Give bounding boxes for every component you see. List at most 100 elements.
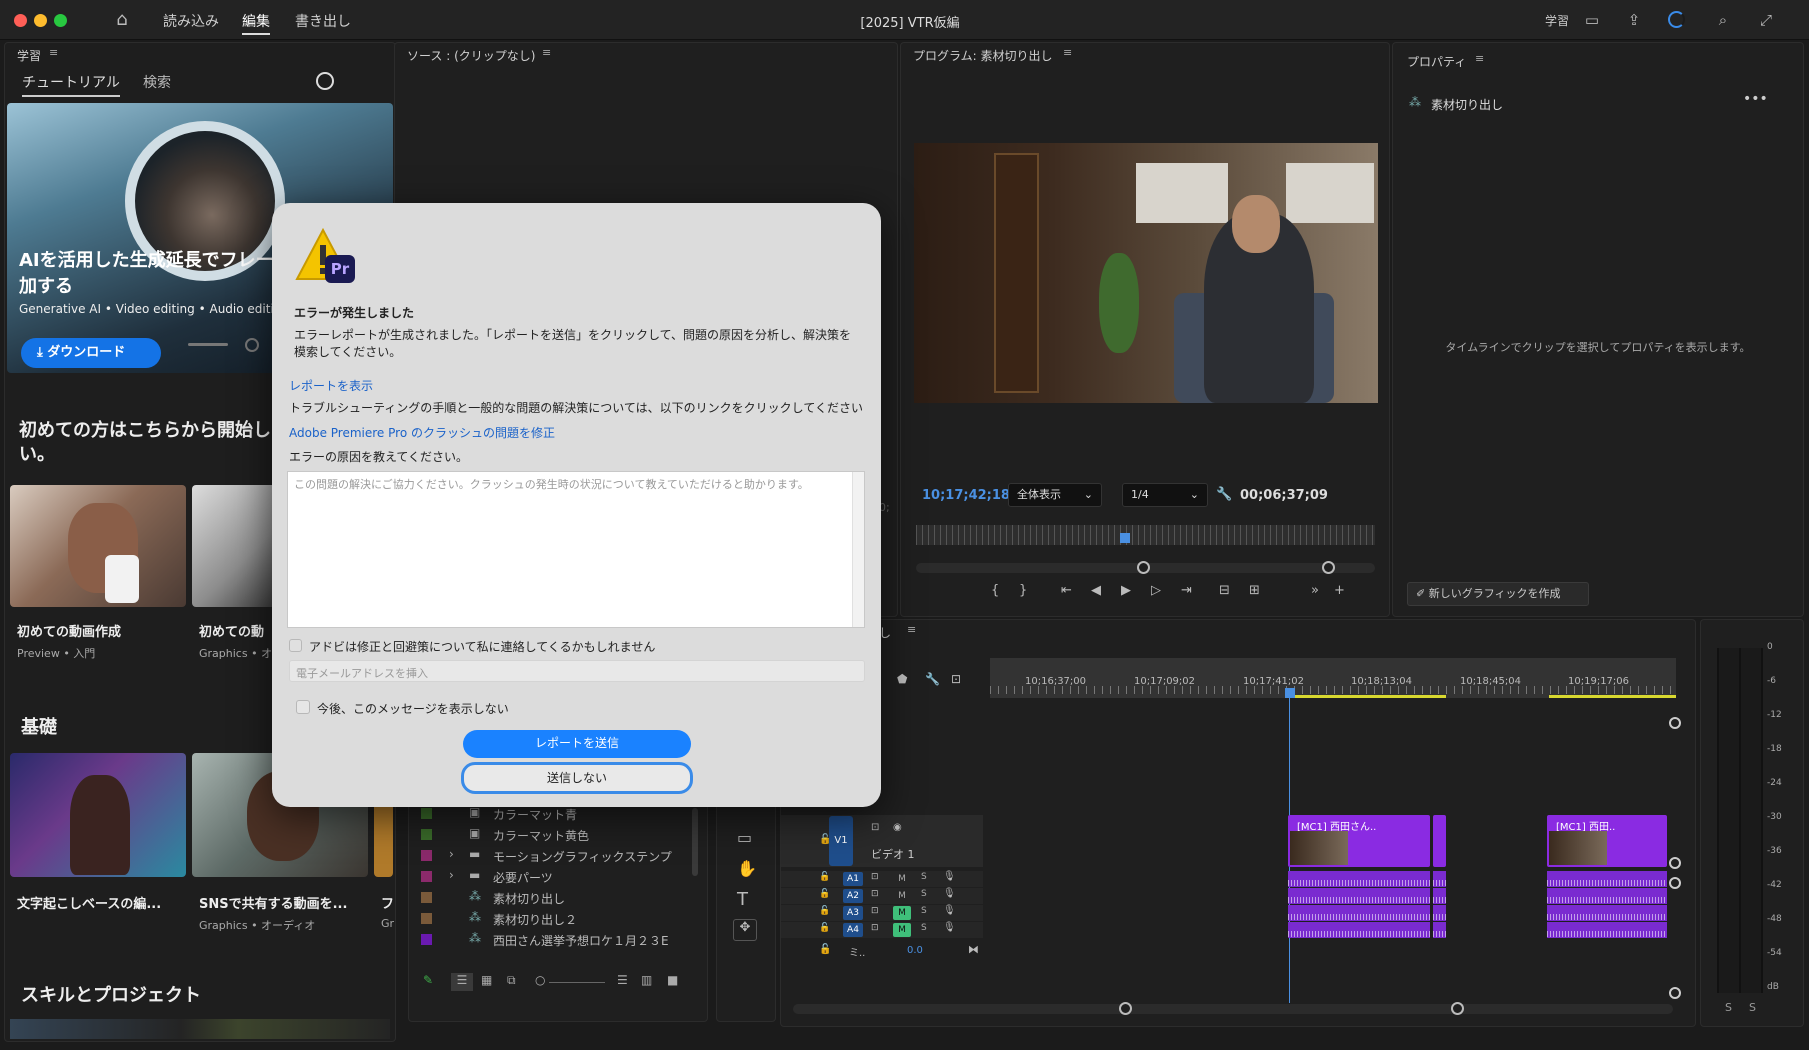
card-thumb-transcript[interactable] — [10, 753, 186, 877]
label-color-swatch[interactable] — [421, 892, 432, 903]
sort-icon[interactable]: ☰ — [617, 973, 628, 987]
pencil-icon[interactable]: ✎ — [423, 973, 433, 987]
captions-icon[interactable]: ⊡ — [951, 672, 961, 686]
label-color-swatch[interactable] — [421, 829, 432, 840]
panel-menu-icon[interactable]: ≡ — [907, 623, 916, 636]
panel-menu-icon[interactable]: ≡ — [542, 46, 551, 59]
start-card-title-1[interactable]: 初めての動画作成 — [17, 621, 121, 640]
send-report-button[interactable]: レポートを送信 — [463, 730, 691, 758]
email-field[interactable]: 電子メールアドレスを挿入 — [289, 660, 865, 682]
zoom-handle-left[interactable] — [1137, 561, 1150, 574]
fullscreen-icon[interactable]: ⤢ — [1756, 10, 1776, 30]
timeline-settings-icon[interactable]: 🔧 — [925, 672, 940, 686]
download-button[interactable]: ⤓ ダウンロード — [21, 338, 161, 368]
label-color-swatch[interactable] — [421, 934, 432, 945]
panel-menu-icon[interactable]: ≡ — [1475, 52, 1484, 65]
project-item[interactable]: ⁂ 素材切り出し — [409, 887, 689, 908]
video-clip-2[interactable] — [1433, 815, 1446, 867]
eye-icon[interactable]: ◉ — [893, 822, 902, 833]
go-to-out-icon[interactable]: ⇥ — [1181, 583, 1192, 598]
program-video-frame[interactable] — [914, 143, 1378, 403]
zoom-slider-track[interactable] — [549, 982, 605, 983]
project-scrollbar[interactable] — [692, 808, 698, 876]
cause-textarea[interactable]: この問題の解決にご協力ください。クラッシュの発生時の状況について教えていただける… — [287, 471, 865, 628]
quality-dropdown[interactable]: 1/4 ⌄ — [1122, 483, 1208, 507]
mic-icon[interactable]: 🎙 — [943, 871, 956, 882]
track-zoom-handle-top[interactable] — [1669, 717, 1681, 729]
automate-icon[interactable]: ▥ — [641, 973, 652, 987]
menu-import[interactable]: 読み込み — [163, 11, 219, 31]
audio-clip[interactable] — [1288, 905, 1430, 921]
mute-button[interactable]: M — [893, 906, 911, 920]
audio-clip[interactable] — [1547, 922, 1667, 938]
mic-icon[interactable]: 🎙 — [943, 888, 956, 899]
track-zoom-handle-v1[interactable] — [1669, 857, 1681, 869]
rectangle-tool-icon[interactable]: ▭ — [737, 828, 752, 847]
lock-icon[interactable]: 🔓 — [819, 834, 831, 845]
dont-show-checkbox[interactable] — [296, 700, 310, 714]
video-clip-1[interactable]: [MC1] 西田さん.. — [1288, 815, 1430, 867]
lock-icon[interactable]: 🔓 — [819, 889, 830, 899]
lock-icon[interactable]: 🔓 — [819, 872, 830, 882]
audio-target-a1[interactable]: A1 — [843, 872, 863, 886]
program-timecode[interactable]: 10;17;42;18 — [922, 488, 1010, 503]
share-icon[interactable]: ⇪ — [1624, 10, 1644, 30]
tab-search[interactable]: 検索 — [143, 72, 171, 92]
menu-export[interactable]: 書き出し — [295, 11, 351, 31]
zoom-window-button[interactable] — [54, 14, 67, 27]
basic-card-title-2[interactable]: SNSで共有する動画を... — [199, 893, 347, 912]
audio-clip[interactable] — [1288, 922, 1430, 938]
fit-dropdown[interactable]: 全体表示 ⌄ — [1008, 483, 1102, 507]
expand-chevron-icon[interactable]: › — [449, 847, 454, 861]
lock-icon[interactable]: 🔓 — [819, 906, 830, 916]
hand-tool-icon[interactable]: ✋ — [737, 859, 757, 878]
mic-icon[interactable]: 🎙 — [943, 905, 956, 916]
meter-solo-right[interactable]: S — [1749, 1001, 1756, 1014]
new-graphic-button[interactable]: ✐ 新しいグラフィックを作成 — [1407, 582, 1589, 606]
home-icon[interactable]: ⌂ — [112, 10, 132, 30]
timeline-zoom-handle-right[interactable] — [1451, 1002, 1464, 1015]
learn-workspace-label[interactable]: 学習 — [1545, 12, 1569, 29]
contact-checkbox[interactable] — [289, 639, 302, 652]
track-zoom-handle-a1[interactable] — [1669, 877, 1681, 889]
card-thumb-second[interactable] — [192, 485, 282, 607]
account-icon[interactable] — [316, 72, 334, 90]
step-back-icon[interactable]: ◀ — [1091, 583, 1101, 598]
program-playhead[interactable] — [1120, 533, 1130, 543]
meter-solo-left[interactable]: S — [1725, 1001, 1732, 1014]
freeform-view-icon[interactable]: ⧉ — [507, 973, 516, 988]
solo-button[interactable]: S — [921, 923, 927, 933]
tab-tutorial[interactable]: チュートリアル — [22, 72, 120, 97]
program-mini-ruler[interactable] — [916, 525, 1375, 545]
solo-button[interactable]: S — [921, 889, 927, 899]
card-thumb-first-video[interactable] — [10, 485, 186, 607]
mute-button[interactable]: M — [893, 923, 911, 937]
basic-card-title-3[interactable]: フ — [381, 893, 394, 912]
timeline-zoom-bar[interactable] — [793, 1004, 1673, 1014]
list-view-icon[interactable]: ☰ — [451, 973, 473, 991]
zoom-slider-handle[interactable]: ○ — [535, 973, 545, 987]
sync-lock-icon[interactable]: ⊡ — [871, 872, 879, 882]
panel-menu-icon[interactable]: ≡ — [1063, 46, 1072, 59]
project-item[interactable]: › ▬ モーショングラフィックステンプ — [409, 845, 689, 866]
menu-edit[interactable]: 編集 — [242, 11, 270, 35]
label-color-swatch[interactable] — [421, 850, 432, 861]
mute-button[interactable]: M — [893, 889, 911, 903]
show-report-link[interactable]: レポートを表示 — [289, 377, 373, 394]
expand-chevron-icon[interactable]: › — [449, 868, 454, 882]
start-card-title-2[interactable]: 初めての動 — [199, 621, 264, 640]
audio-target-a3[interactable]: A3 — [843, 906, 863, 920]
go-to-in-icon[interactable]: ⇤ — [1061, 583, 1072, 598]
dont-send-button[interactable]: 送信しない — [461, 762, 693, 794]
audio-clip[interactable] — [1433, 922, 1446, 938]
sync-lock-icon[interactable]: ⊡ — [871, 889, 879, 899]
project-item[interactable]: ▣ カラーマット黄色 — [409, 824, 689, 845]
panel-menu-icon[interactable]: ≡ — [49, 46, 58, 59]
lock-icon[interactable]: 🔓 — [819, 923, 830, 933]
mark-in-icon[interactable]: { — [991, 583, 999, 598]
solo-button[interactable]: S — [921, 906, 927, 916]
track-zoom-handle-bottom[interactable] — [1669, 987, 1681, 999]
audio-clip[interactable] — [1433, 871, 1446, 887]
audio-clip[interactable] — [1547, 905, 1667, 921]
audio-clip[interactable] — [1547, 888, 1667, 904]
